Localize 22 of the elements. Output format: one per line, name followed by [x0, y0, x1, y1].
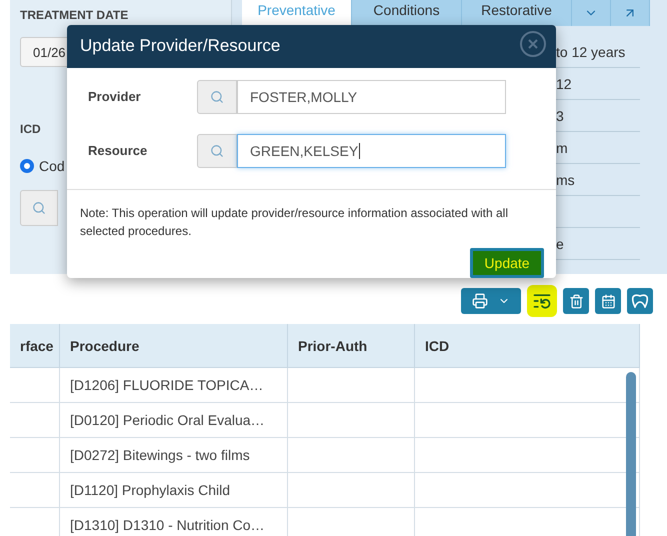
list-item: 3 [556, 108, 564, 124]
list-item: ms [556, 172, 575, 188]
list-item: m [556, 140, 568, 156]
note-text: Note: This operation will update provider/resource information associated with all selected procedures. [80, 205, 509, 240]
table-cell: [D0120] Periodic Oral Evalua… [60, 403, 288, 438]
icd-label: ICD [20, 122, 42, 136]
table-cell: [D1206] FLUORIDE TOPICA… [60, 368, 288, 403]
list-item: 12 [556, 76, 572, 92]
column-header: rface [10, 324, 60, 368]
radio-label: Cod [39, 158, 65, 174]
treatment-date-label: TREATMENT DATE [20, 8, 130, 22]
table-cell: [D1310] D1310 - Nutrition Co… [60, 508, 288, 536]
table-cell: [D1120] Prophylaxis Child [60, 473, 288, 508]
column-header: Prior-Auth [288, 324, 415, 368]
list-item: e [556, 236, 564, 252]
dialog-title: Update Provider/Resource [80, 36, 280, 56]
column-header: Procedure [60, 324, 288, 368]
field-label: Provider [88, 89, 142, 104]
column-header: ICD [415, 324, 640, 368]
table-cell: [D0272] Bitewings - two films [60, 438, 288, 473]
list-item: to 12 years [556, 44, 626, 60]
field-label: Resource [88, 143, 148, 158]
